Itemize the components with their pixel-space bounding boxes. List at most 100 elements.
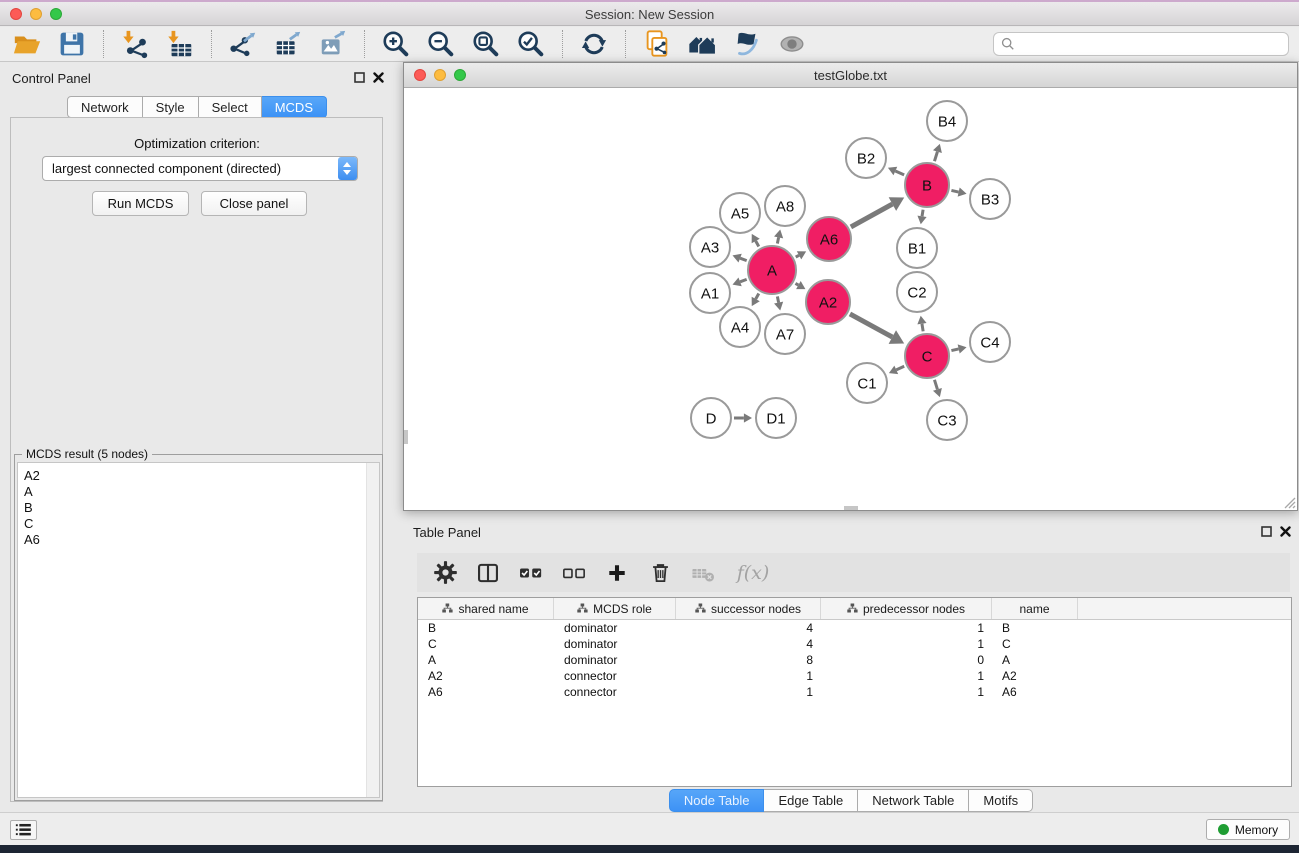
graph-node-C3[interactable]: C3 <box>927 400 967 440</box>
tab-network[interactable]: Network <box>67 96 143 118</box>
table-cell[interactable]: dominator <box>554 636 676 652</box>
memory-button[interactable]: Memory <box>1206 819 1290 840</box>
delete-table-button[interactable] <box>688 558 718 588</box>
table-cell[interactable]: 1 <box>676 684 821 700</box>
graph-node-C4[interactable]: C4 <box>970 322 1010 362</box>
create-column-button[interactable] <box>602 558 632 588</box>
tab-motifs[interactable]: Motifs <box>969 789 1033 812</box>
tab-style[interactable]: Style <box>143 96 199 118</box>
network-canvas[interactable]: B4B2BB3A8A5A6A3B1AA1C2A2A4A7C4CC1C3DD1 <box>404 89 1297 510</box>
list-item[interactable]: C <box>18 516 379 532</box>
network-window-titlebar[interactable]: testGlobe.txt <box>404 63 1297 88</box>
graph-node-A1[interactable]: A1 <box>690 273 730 313</box>
open-file-button[interactable] <box>10 28 44 60</box>
export-table-button[interactable] <box>271 28 305 60</box>
table-cell[interactable]: dominator <box>554 652 676 668</box>
import-network-button[interactable] <box>118 28 152 60</box>
table-settings-button[interactable] <box>430 558 460 588</box>
zoom-fit-button[interactable] <box>469 28 503 60</box>
graph-node-B3[interactable]: B3 <box>970 179 1010 219</box>
zoom-in-button[interactable] <box>379 28 413 60</box>
graph-node-A[interactable]: A <box>748 246 796 294</box>
graph-node-A8[interactable]: A8 <box>765 186 805 226</box>
delete-column-button[interactable] <box>645 558 675 588</box>
graph-node-A4[interactable]: A4 <box>720 307 760 347</box>
tab-network-table[interactable]: Network Table <box>858 789 969 812</box>
tab-edge-table[interactable]: Edge Table <box>764 789 858 812</box>
table-row[interactable]: A6connector11A6 <box>418 684 1291 700</box>
graph-node-B4[interactable]: B4 <box>927 101 967 141</box>
table-cell[interactable]: C <box>992 636 1078 652</box>
table-row[interactable]: Adominator80A <box>418 652 1291 668</box>
canvas-vertical-scroll-nub[interactable] <box>404 430 408 444</box>
table-cell[interactable]: 1 <box>676 668 821 684</box>
table-cell[interactable]: 1 <box>821 636 992 652</box>
column-header-shared-name[interactable]: shared name <box>418 598 554 619</box>
run-mcds-button[interactable]: Run MCDS <box>92 191 189 216</box>
table-cell[interactable]: B <box>992 620 1078 636</box>
table-cell[interactable]: 4 <box>676 636 821 652</box>
resize-grip[interactable] <box>1282 495 1296 509</box>
column-header-predecessor-nodes[interactable]: predecessor nodes <box>821 598 992 619</box>
list-item[interactable]: B <box>18 500 379 516</box>
tab-mcds[interactable]: MCDS <box>262 96 327 118</box>
column-header-name[interactable]: name <box>992 598 1078 619</box>
export-network-button[interactable] <box>226 28 260 60</box>
table-row[interactable]: Cdominator41C <box>418 636 1291 652</box>
table-cell[interactable]: A2 <box>418 668 554 684</box>
search-input[interactable] <box>1020 36 1281 53</box>
function-builder-button[interactable]: f(x) <box>731 558 775 588</box>
close-panel-icon[interactable] <box>1280 526 1291 537</box>
list-item[interactable]: A6 <box>18 532 379 548</box>
graph-node-A6[interactable]: A6 <box>807 217 851 261</box>
zoom-selected-button[interactable] <box>514 28 548 60</box>
deselect-all-columns-button[interactable] <box>559 558 589 588</box>
optimization-select[interactable]: largest connected component (directed) <box>42 156 358 181</box>
table-cell[interactable]: connector <box>554 684 676 700</box>
canvas-horizontal-scroll-nub[interactable] <box>844 506 858 510</box>
close-panel-icon[interactable] <box>373 72 384 83</box>
graph-node-B1[interactable]: B1 <box>897 228 937 268</box>
table-row[interactable]: A2connector11A2 <box>418 668 1291 684</box>
first-neighbors-button[interactable] <box>685 28 719 60</box>
table-cell[interactable]: B <box>418 620 554 636</box>
graph-node-B2[interactable]: B2 <box>846 138 886 178</box>
import-table-button[interactable] <box>163 28 197 60</box>
graph-node-C2[interactable]: C2 <box>897 272 937 312</box>
zoom-out-button[interactable] <box>424 28 458 60</box>
table-cell[interactable]: A <box>418 652 554 668</box>
float-panel-icon[interactable] <box>1261 526 1272 537</box>
list-item[interactable]: A2 <box>18 468 379 484</box>
graph-node-C1[interactable]: C1 <box>847 363 887 403</box>
tab-node-table[interactable]: Node Table <box>669 789 765 812</box>
graph-node-A2[interactable]: A2 <box>806 280 850 324</box>
select-all-columns-button[interactable] <box>516 558 546 588</box>
result-list-scrollbar[interactable] <box>366 463 379 797</box>
table-cell[interactable]: 8 <box>676 652 821 668</box>
float-panel-icon[interactable] <box>354 72 365 83</box>
table-cell[interactable]: 0 <box>821 652 992 668</box>
table-cell[interactable]: 1 <box>821 684 992 700</box>
hide-annotations-button[interactable] <box>730 28 764 60</box>
graph-node-A5[interactable]: A5 <box>720 193 760 233</box>
graph-node-C[interactable]: C <box>905 334 949 378</box>
close-panel-button[interactable]: Close panel <box>201 191 307 216</box>
task-history-button[interactable] <box>10 820 37 840</box>
table-cell[interactable]: A6 <box>418 684 554 700</box>
graph-node-A7[interactable]: A7 <box>765 314 805 354</box>
table-cell[interactable]: A <box>992 652 1078 668</box>
save-session-button[interactable] <box>55 28 89 60</box>
table-cell[interactable]: 1 <box>821 620 992 636</box>
table-row[interactable]: Bdominator41B <box>418 620 1291 636</box>
graph-node-A3[interactable]: A3 <box>690 227 730 267</box>
graph-node-D1[interactable]: D1 <box>756 398 796 438</box>
table-cell[interactable]: dominator <box>554 620 676 636</box>
list-item[interactable]: A <box>18 484 379 500</box>
column-header-successor-nodes[interactable]: successor nodes <box>676 598 821 619</box>
table-cell[interactable]: C <box>418 636 554 652</box>
export-image-button[interactable] <box>316 28 350 60</box>
table-cell[interactable]: connector <box>554 668 676 684</box>
column-header-mcds-role[interactable]: MCDS role <box>554 598 676 619</box>
table-cell[interactable]: A6 <box>992 684 1078 700</box>
show-column-panel-button[interactable] <box>473 558 503 588</box>
